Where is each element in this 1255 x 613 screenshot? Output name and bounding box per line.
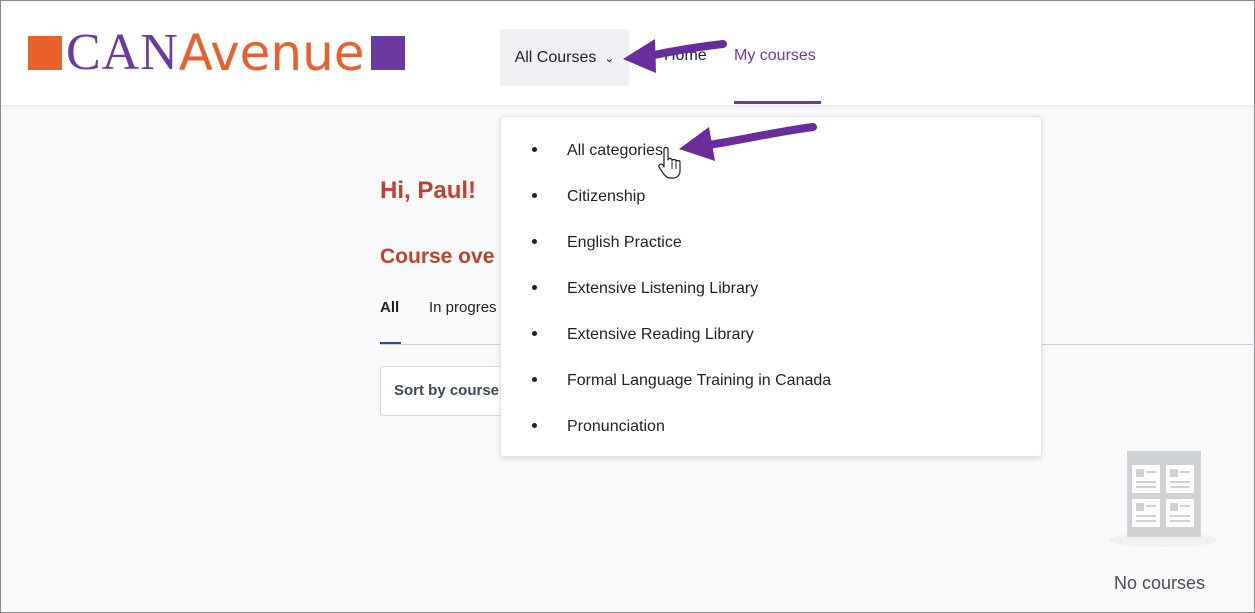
bullet-icon bbox=[532, 377, 537, 382]
category-item-label: All categories bbox=[567, 142, 664, 159]
category-item[interactable]: Pronunciation bbox=[501, 416, 1041, 440]
bullet-icon bbox=[532, 285, 537, 290]
category-item-label: Extensive Reading Library bbox=[567, 326, 754, 343]
category-item-label: Pronunciation bbox=[567, 418, 665, 435]
tab-in-progress[interactable]: In progres bbox=[429, 299, 497, 316]
bullet-icon bbox=[532, 423, 537, 428]
logo-avenue-text: Avenue bbox=[178, 24, 365, 82]
category-item[interactable]: All categories bbox=[501, 140, 1041, 164]
greeting-heading: Hi, Paul! bbox=[380, 177, 477, 204]
all-courses-dropdown-menu: All categories Citizenship English Practic… bbox=[500, 116, 1042, 457]
bullet-icon bbox=[532, 239, 537, 244]
course-grid-icon bbox=[1108, 451, 1216, 547]
category-item[interactable]: Extensive Reading Library bbox=[501, 324, 1041, 348]
tab-all[interactable]: All bbox=[380, 299, 399, 316]
logo-can-text: CAN bbox=[66, 24, 179, 81]
canavenue-logo[interactable]: CAN Avenue bbox=[28, 23, 405, 83]
category-item[interactable]: Extensive Listening Library bbox=[501, 278, 1041, 302]
nav-active-underline bbox=[734, 101, 821, 104]
sort-dropdown-label: Sort by course bbox=[394, 382, 500, 399]
nav-home-link[interactable]: Home bbox=[664, 47, 707, 65]
nav-my-courses-link[interactable]: My courses bbox=[734, 47, 816, 65]
category-item[interactable]: Citizenship bbox=[501, 186, 1041, 210]
category-item-label: English Practice bbox=[567, 234, 682, 251]
chevron-down-icon: ⌄ bbox=[604, 50, 615, 65]
navbar: CAN Avenue All Courses ⌄ Home My courses bbox=[1, 1, 1254, 105]
category-item-label: Extensive Listening Library bbox=[567, 280, 759, 297]
bullet-icon bbox=[532, 331, 537, 336]
category-item[interactable]: Formal Language Training in Canada bbox=[501, 370, 1041, 394]
empty-state-text: No courses bbox=[1114, 573, 1206, 593]
course-overview-heading: Course ove bbox=[380, 245, 495, 268]
logo-orange-square bbox=[28, 36, 62, 70]
nav-all-courses-label: All Courses bbox=[514, 48, 597, 66]
category-item-label: Formal Language Training in Canada bbox=[567, 372, 832, 389]
nav-all-courses-button[interactable]: All Courses ⌄ bbox=[500, 29, 629, 86]
bullet-icon bbox=[532, 193, 537, 198]
category-item-label: Citizenship bbox=[567, 188, 646, 205]
category-item[interactable]: English Practice bbox=[501, 232, 1041, 256]
logo-purple-square bbox=[370, 36, 405, 70]
bullet-icon bbox=[532, 147, 537, 152]
